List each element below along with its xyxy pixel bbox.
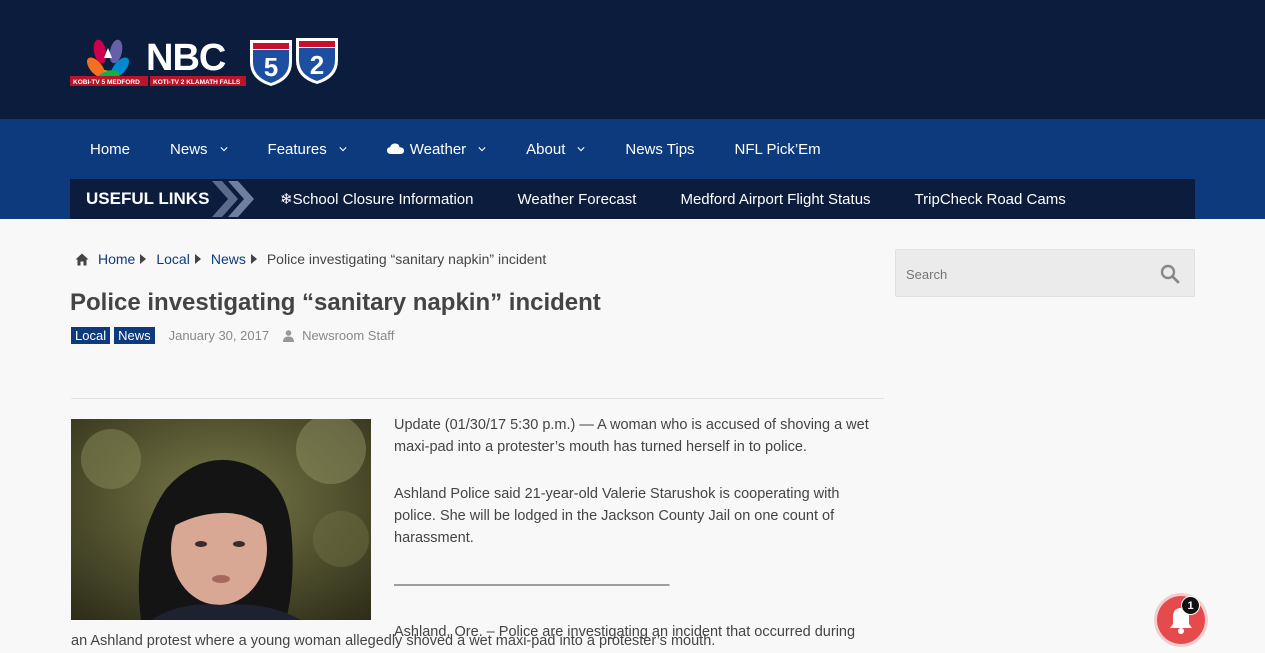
nav-item-about[interactable]: About [506, 119, 605, 179]
caret-right-icon [140, 254, 147, 264]
breadcrumb-local[interactable]: Local [156, 251, 189, 267]
chevron-down-icon [219, 147, 228, 152]
article-body: Update (01/30/17 5:30 p.m.) — A woman wh… [71, 414, 884, 653]
chevron-down-icon [339, 147, 347, 152]
nav-item-label: Home [90, 140, 131, 158]
home-icon [75, 253, 89, 265]
search-icon[interactable] [1160, 264, 1180, 284]
nav-item-features[interactable]: Features [248, 119, 367, 179]
caret-right-icon [250, 254, 257, 264]
chevron-down-icon [577, 147, 585, 152]
user-icon [283, 329, 295, 342]
nav-item-label: News Tips [625, 140, 695, 158]
useful-links-title: USEFUL LINKS [86, 189, 210, 208]
nav-item-home[interactable]: Home [70, 119, 150, 179]
nav-item-label: Weather [409, 140, 467, 158]
article-paragraph-continuation: an Ashland protest where a young woman a… [71, 633, 716, 649]
post-meta: Local News January 30, 2017 Newsroom Sta… [71, 327, 394, 344]
nav-item-label: About [526, 140, 566, 158]
svg-text:KOTI-TV 2 KLAMATH FALLS: KOTI-TV 2 KLAMATH FALLS [153, 79, 241, 86]
page-title: Police investigating “sanitary napkin” i… [70, 289, 601, 316]
main-navigation: Home News Features Weather About News Ti… [0, 119, 1265, 219]
article-paragraph: Update (01/30/17 5:30 p.m.) — A woman wh… [394, 417, 869, 455]
useful-link-school-closures[interactable]: ❄School Closure Information [280, 190, 474, 208]
post-date[interactable]: January 30, 2017 [169, 328, 269, 343]
site-header: KOBI-TV 5 MEDFORD KOTI-TV 2 KLAMATH FALL… [0, 0, 1265, 119]
svg-text:KOBI-TV 5 MEDFORD: KOBI-TV 5 MEDFORD [73, 79, 140, 86]
divider [71, 398, 884, 399]
category-tag-news[interactable]: News [114, 327, 155, 344]
nav-item-label: News [170, 140, 208, 158]
nbc52-logo[interactable]: KOBI-TV 5 MEDFORD KOTI-TV 2 KLAMATH FALL… [70, 34, 342, 88]
chevron-down-icon [478, 147, 486, 152]
useful-links-bar: USEFUL LINKS ❄School Closure Information… [70, 179, 1195, 219]
caret-right-icon [194, 254, 201, 264]
category-tag-local[interactable]: Local [71, 327, 111, 344]
breadcrumb: Home Local News Police investigating “sa… [75, 251, 546, 267]
featured-photo [71, 419, 371, 620]
post-author[interactable]: Newsroom Staff [302, 328, 394, 343]
svg-text:2: 2 [310, 50, 324, 80]
useful-link-airport-status[interactable]: Medford Airport Flight Status [680, 191, 870, 208]
svg-text:5: 5 [264, 52, 278, 82]
article-separator: ——————————————————— [394, 577, 670, 593]
double-chevron-right-icon [212, 181, 254, 217]
article-paragraph: Ashland Police said 21-year-old Valerie … [394, 486, 840, 546]
breadcrumb-current: Police investigating “sanitary napkin” i… [266, 251, 547, 267]
svg-text:NBC: NBC [146, 37, 226, 79]
nav-item-label: NFL Pick’Em [734, 140, 821, 158]
breadcrumb-news[interactable]: News [211, 251, 246, 267]
useful-link-weather-forecast[interactable]: Weather Forecast [518, 191, 637, 208]
nav-item-news-tips[interactable]: News Tips [605, 119, 714, 179]
nav-item-weather[interactable]: Weather [367, 119, 506, 179]
sidebar-search [895, 249, 1195, 297]
breadcrumb-home[interactable]: Home [98, 251, 135, 267]
nav-menu: Home News Features Weather About News Ti… [70, 119, 841, 179]
notification-count-badge: 1 [1181, 596, 1200, 615]
nav-item-news[interactable]: News [150, 119, 248, 179]
useful-link-road-cams[interactable]: TripCheck Road Cams [915, 191, 1066, 208]
nav-item-nfl-pickem[interactable]: NFL Pick’Em [715, 119, 841, 179]
search-input[interactable] [906, 262, 1146, 286]
cloud-icon [386, 143, 404, 154]
nav-item-label: Features [267, 140, 327, 158]
